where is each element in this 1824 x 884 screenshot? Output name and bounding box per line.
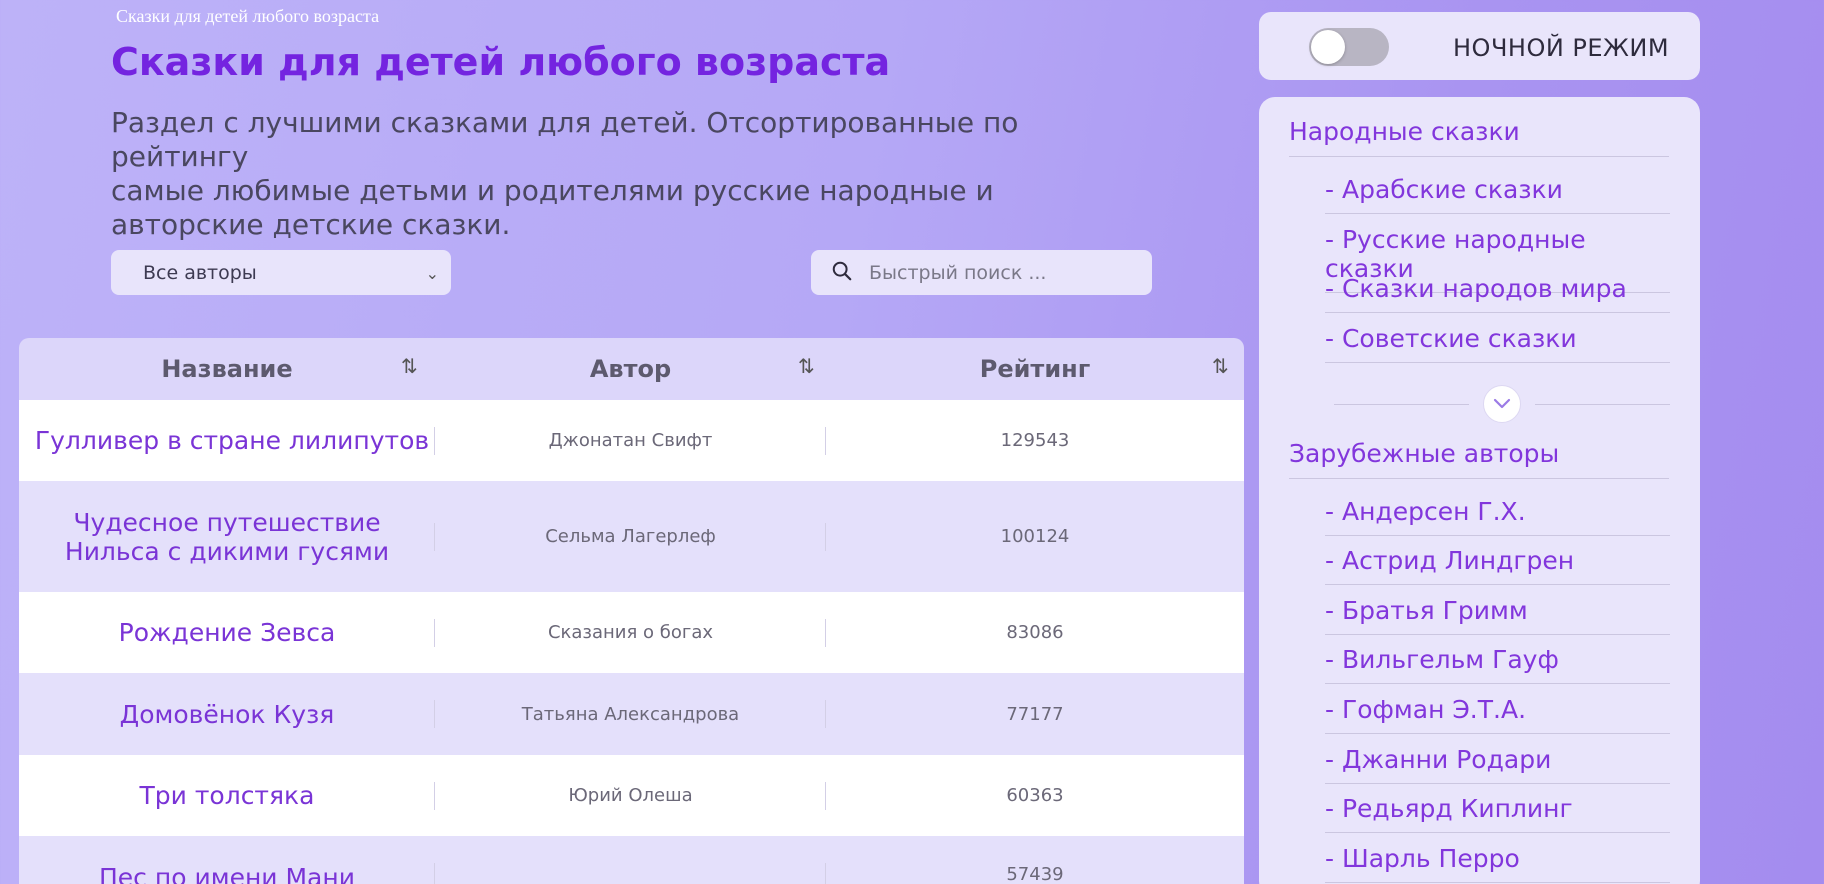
chevron-down-icon — [1493, 395, 1511, 414]
night-mode-toggle[interactable] — [1309, 28, 1389, 66]
table-row[interactable]: Домовёнок Кузя Татьяна Александрова 7717… — [19, 673, 1244, 755]
sort-arrows-icon[interactable]: ⇅ — [1212, 354, 1229, 378]
column-header-author[interactable]: Автор ⇅ — [435, 338, 826, 400]
column-header-rating[interactable]: Рейтинг ⇅ — [826, 338, 1244, 400]
table-row[interactable]: Гулливер в стране лилипутов Джонатан Сви… — [19, 400, 1244, 481]
tale-title-link[interactable]: Чудесное путешествие Нильса с дикими гус… — [19, 481, 435, 592]
author-select[interactable]: Все авторы ⌄ — [111, 250, 451, 295]
tale-title-link[interactable]: Домовёнок Кузя — [19, 673, 435, 755]
page-title: Сказки для детей любого возраста — [111, 40, 891, 84]
breadcrumb-caption: Сказки для детей любого возраста — [116, 6, 380, 26]
sidebar-item-world-peoples[interactable]: - Сказки народов мира — [1325, 274, 1670, 313]
tale-title-link[interactable]: Пес по имени Мани — [19, 862, 435, 884]
sidebar-item-andersen[interactable]: - Андерсен Г.Х. — [1325, 497, 1670, 536]
sidebar-item-hoffmann[interactable]: - Гофман Э.Т.А. — [1325, 695, 1670, 734]
tale-rating: 57439 — [1006, 863, 1064, 884]
tale-author: Джонатан Свифт — [435, 400, 826, 481]
sort-arrows-icon[interactable]: ⇅ — [798, 354, 815, 378]
toggle-knob — [1311, 30, 1345, 64]
sidebar-item-hauff[interactable]: - Вильгельм Гауф — [1325, 645, 1670, 684]
sidebar-section-foreign[interactable]: Зарубежные авторы — [1289, 439, 1669, 479]
night-mode-panel: НОЧНОЙ РЕЖИМ — [1259, 12, 1700, 80]
tale-author — [435, 862, 826, 884]
sidebar-item-rodari[interactable]: - Джанни Родари — [1325, 745, 1670, 784]
sidebar-item-soviet[interactable]: - Советские сказки — [1325, 324, 1670, 363]
chevron-down-icon: ⌄ — [425, 264, 439, 283]
sidebar-item-kipling[interactable]: - Редьярд Киплинг — [1325, 794, 1670, 833]
tale-rating: 60363 — [1006, 785, 1064, 806]
sidebar-item-grimm[interactable]: - Братья Гримм — [1325, 596, 1670, 635]
expand-button[interactable] — [1483, 385, 1521, 423]
sidebar-item-perrault[interactable]: - Шарль Перро — [1325, 844, 1670, 883]
night-mode-label: НОЧНОЙ РЕЖИМ — [1453, 34, 1670, 62]
tale-title-link[interactable]: Рождение Зевса — [19, 592, 435, 673]
column-label-name: Название — [161, 355, 293, 383]
search-box[interactable] — [811, 250, 1152, 295]
author-select-value: Все авторы — [143, 261, 257, 284]
tale-author: Татьяна Александрова — [435, 673, 826, 755]
table-row[interactable]: Пес по имени Мани 57439 — [19, 836, 1244, 884]
table-row[interactable]: Чудесное путешествие Нильса с дикими гус… — [19, 481, 1244, 592]
sidebar-menu: Народные сказки - Арабские сказки - Русс… — [1259, 97, 1700, 884]
tale-title-link[interactable]: Три толстяка — [19, 755, 435, 836]
sidebar-item-arabic[interactable]: - Арабские сказки — [1325, 175, 1670, 214]
tale-rating: 129543 — [1000, 430, 1070, 451]
tale-rating: 83086 — [1006, 622, 1064, 643]
search-icon — [831, 260, 853, 286]
table-header: Название ⇅ Автор ⇅ Рейтинг ⇅ — [19, 338, 1244, 400]
tales-table: Название ⇅ Автор ⇅ Рейтинг ⇅ Гулливер в … — [19, 338, 1244, 884]
sidebar-section-folk[interactable]: Народные сказки — [1289, 117, 1669, 157]
tale-author: Юрий Олеша — [435, 755, 826, 836]
tale-rating: 100124 — [1000, 526, 1070, 547]
column-label-author: Автор — [589, 355, 672, 383]
tale-author: Сельма Лагерлеф — [435, 481, 826, 592]
column-label-rating: Рейтинг — [979, 355, 1091, 383]
divider — [1334, 404, 1469, 405]
divider — [1535, 404, 1670, 405]
table-row[interactable]: Рождение Зевса Сказания о богах 83086 — [19, 592, 1244, 673]
tale-rating: 77177 — [1006, 703, 1064, 725]
tale-author: Сказания о богах — [435, 592, 826, 673]
page-description: Раздел с лучшими сказками для детей. Отс… — [111, 106, 1019, 241]
sidebar-item-lindgren[interactable]: - Астрид Линдгрен — [1325, 546, 1670, 585]
tale-title-link[interactable]: Гулливер в стране лилипутов — [19, 400, 435, 481]
sort-arrows-icon[interactable]: ⇅ — [401, 354, 418, 378]
search-input[interactable] — [869, 261, 1139, 284]
column-header-name[interactable]: Название ⇅ — [19, 338, 435, 400]
table-row[interactable]: Три толстяка Юрий Олеша 60363 — [19, 755, 1244, 836]
